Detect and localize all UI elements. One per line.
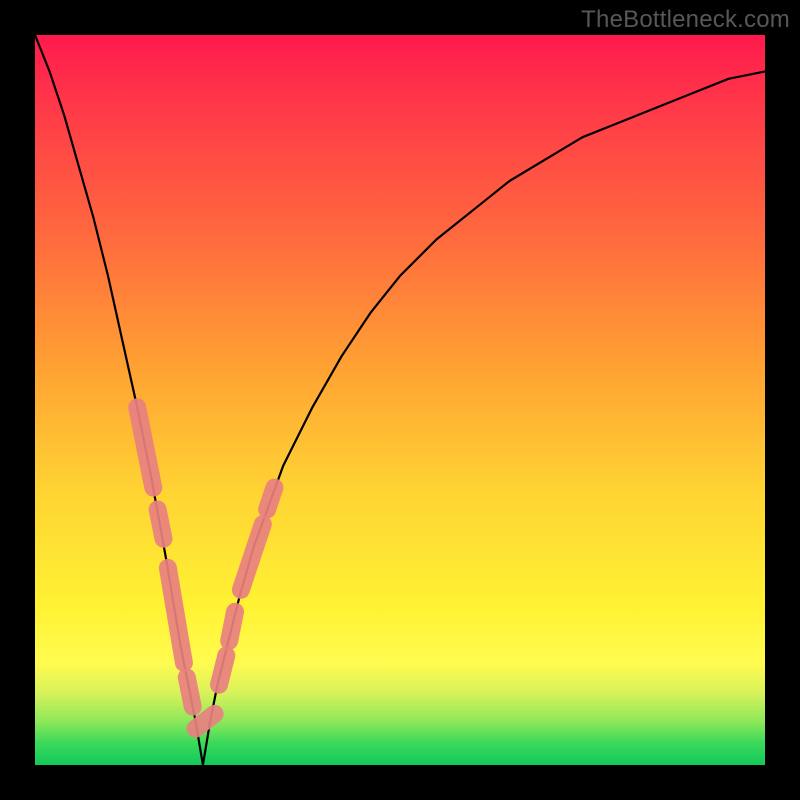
outer-frame: TheBottleneck.com [0, 0, 800, 800]
datapoint-overlay [137, 407, 274, 728]
plot-area [35, 35, 765, 765]
watermark-text: TheBottleneck.com [581, 6, 790, 34]
overlay-segment-5 [219, 656, 226, 685]
bottleneck-curve [35, 35, 765, 765]
overlay-segment-1 [158, 510, 164, 539]
overlay-segment-2 [168, 568, 184, 663]
overlay-segment-0 [137, 407, 153, 487]
overlay-segment-4 [196, 714, 215, 729]
overlay-segment-8 [267, 488, 274, 510]
overlay-segment-6 [229, 612, 235, 641]
overlay-segment-3 [187, 677, 193, 706]
chart-svg [35, 35, 765, 765]
overlay-segment-7 [241, 524, 263, 590]
